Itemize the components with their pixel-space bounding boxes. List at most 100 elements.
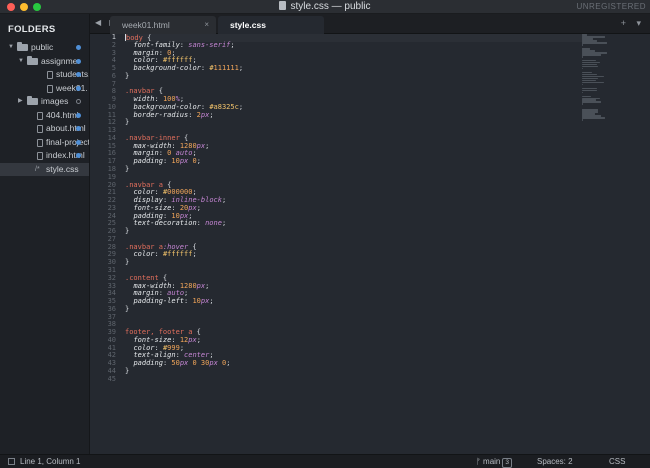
folder-icon	[17, 42, 28, 51]
syntax-selector[interactable]: CSS	[609, 455, 625, 468]
sidebar-item-final-project-htm[interactable]: final-project.htm	[0, 136, 89, 150]
document-icon	[279, 0, 287, 10]
tab-week01-html[interactable]: week01.html ×	[110, 16, 216, 34]
minimap-line	[582, 119, 583, 122]
title-bar: style.css — public UNREGISTERED	[0, 0, 650, 14]
tab-bar: ◀ ▶ week01.html × style.css + ▾	[90, 14, 650, 34]
minimap-line	[582, 81, 604, 84]
sidebar-heading: FOLDERS	[8, 24, 56, 35]
modified-status-dot	[76, 58, 81, 64]
modified-status-dot	[76, 72, 81, 77]
window-title-wrap: style.css — public	[0, 0, 650, 14]
code-line[interactable]: }	[125, 305, 585, 314]
modified-status-dot	[76, 99, 81, 104]
file-icon	[37, 111, 43, 120]
minimap-line	[582, 101, 601, 104]
chevron-down-icon[interactable]: ▼	[18, 55, 24, 69]
code-line[interactable]: background-color: #111111;	[125, 64, 585, 73]
tab-label: style.css	[230, 20, 266, 30]
sidebar-item-assignmer[interactable]: ▼ assignmer	[0, 55, 89, 69]
sidebar-item-label: images	[41, 96, 69, 106]
minimap-line	[582, 117, 605, 120]
code-line[interactable]: padding: 50px 0 30px 0;	[125, 359, 585, 368]
sidebar-item-about-html[interactable]: about.html	[0, 122, 89, 136]
code-line[interactable]	[125, 267, 585, 275]
sidebar: FOLDERS ▼ public ▼ assignmer students.md week…	[0, 14, 90, 454]
code-line[interactable]: font-family: sans-serif;	[125, 41, 585, 50]
sidebar-item-label: style.css	[46, 163, 79, 174]
modified-status-dot	[76, 153, 81, 158]
code-line[interactable]: padding: 10px 0;	[125, 157, 585, 166]
code-line[interactable]: }	[125, 227, 585, 236]
tab-label: week01.html	[122, 20, 170, 30]
modified-status-dot	[76, 45, 81, 50]
code-line[interactable]	[125, 174, 585, 182]
minimap-line	[582, 55, 583, 58]
cursor-position-wrap[interactable]: Line 1, Column 1	[8, 455, 80, 468]
modified-status-dot	[76, 112, 81, 118]
code-area[interactable]: body { font-family: sans-serif; margin: …	[125, 34, 585, 383]
css-file-icon: /*	[35, 165, 40, 173]
sidebar-item-404-html[interactable]: 404.html	[0, 109, 89, 123]
branch-name: main	[483, 457, 501, 466]
sidebar-item-label: students.md	[56, 69, 89, 79]
sidebar-item-index-html[interactable]: index.html	[0, 149, 89, 163]
code-line[interactable]: }	[125, 165, 585, 174]
status-bar: Line 1, Column 1 ᚠ main 3 Spaces: 2 CSS	[0, 454, 650, 468]
cursor-position: Line 1, Column 1	[20, 457, 81, 466]
code-line[interactable]: }	[125, 119, 585, 127]
code-line[interactable]: max-width: 1280px;	[125, 282, 585, 291]
sidebar-item-images[interactable]: ▶ images	[0, 95, 89, 109]
panel-toggle-icon[interactable]	[8, 458, 15, 465]
sidebar-item-style-css[interactable]: /* style.css	[0, 162, 89, 176]
minimap-line	[582, 65, 599, 68]
code-line[interactable]: }	[125, 72, 585, 81]
file-icon	[47, 84, 53, 93]
code-editor[interactable]: 1 2 3 4 5 6 7 8 9 10 11 12 13 14 15 16 17 18 19 20 21 22 23 24 2…	[90, 34, 650, 454]
code-line[interactable]	[125, 376, 585, 384]
minimap-line	[582, 83, 583, 86]
code-line[interactable]: font-size: 20px;	[125, 204, 585, 213]
minimap-line	[582, 103, 583, 106]
code-line[interactable]: }	[125, 258, 585, 267]
file-icon	[37, 125, 43, 133]
sidebar-item-week01-[interactable]: week01.	[0, 82, 89, 96]
folder-icon	[27, 55, 38, 65]
minimap-line	[582, 91, 583, 94]
chevron-right-icon[interactable]: ▶	[18, 95, 23, 109]
unregistered-label: UNREGISTERED	[576, 2, 646, 11]
code-line[interactable]: }	[125, 367, 585, 376]
file-icon	[37, 152, 43, 160]
code-line[interactable]	[125, 81, 585, 89]
modified-status-dot	[76, 85, 81, 91]
branch-badge: 3	[502, 458, 512, 468]
sidebar-item-public[interactable]: ▼ public	[0, 41, 89, 55]
close-tab-icon[interactable]: ×	[204, 16, 209, 34]
sidebar-item-label: week01.	[56, 82, 88, 93]
git-branch[interactable]: ᚠ main 3	[476, 455, 512, 468]
minimap-line	[582, 41, 608, 44]
code-line[interactable]: text-decoration: none;	[125, 219, 585, 228]
code-line[interactable]: border-radius: 2px;	[125, 111, 585, 120]
sidebar-item-label: assignmer	[41, 55, 81, 66]
chevron-down-icon[interactable]: ▼	[8, 41, 14, 55]
code-line[interactable]: font-size: 12px;	[125, 336, 585, 345]
file-icon	[47, 71, 53, 79]
sidebar-item-label: public	[31, 42, 54, 52]
file-icon	[37, 138, 43, 147]
minimap[interactable]	[582, 34, 642, 122]
sidebar-item-students-md[interactable]: students.md	[0, 68, 89, 82]
code-line[interactable]: padding-left: 10px;	[125, 297, 585, 306]
branch-icon: ᚠ	[476, 457, 484, 466]
code-line[interactable]	[125, 127, 585, 135]
modified-status-dot	[76, 126, 81, 131]
minimap-line	[582, 67, 583, 70]
tab-tools[interactable]: + ▾	[621, 18, 645, 29]
tab-style-css[interactable]: style.css	[218, 16, 324, 34]
indentation-setting[interactable]: Spaces: 2	[537, 455, 573, 468]
line-number: 45	[107, 374, 116, 383]
minimap-line	[582, 95, 591, 98]
code-line[interactable]: color: #ffffff;	[125, 251, 585, 259]
code-line[interactable]	[125, 314, 585, 322]
code-line[interactable]: .navbar {	[125, 87, 585, 96]
